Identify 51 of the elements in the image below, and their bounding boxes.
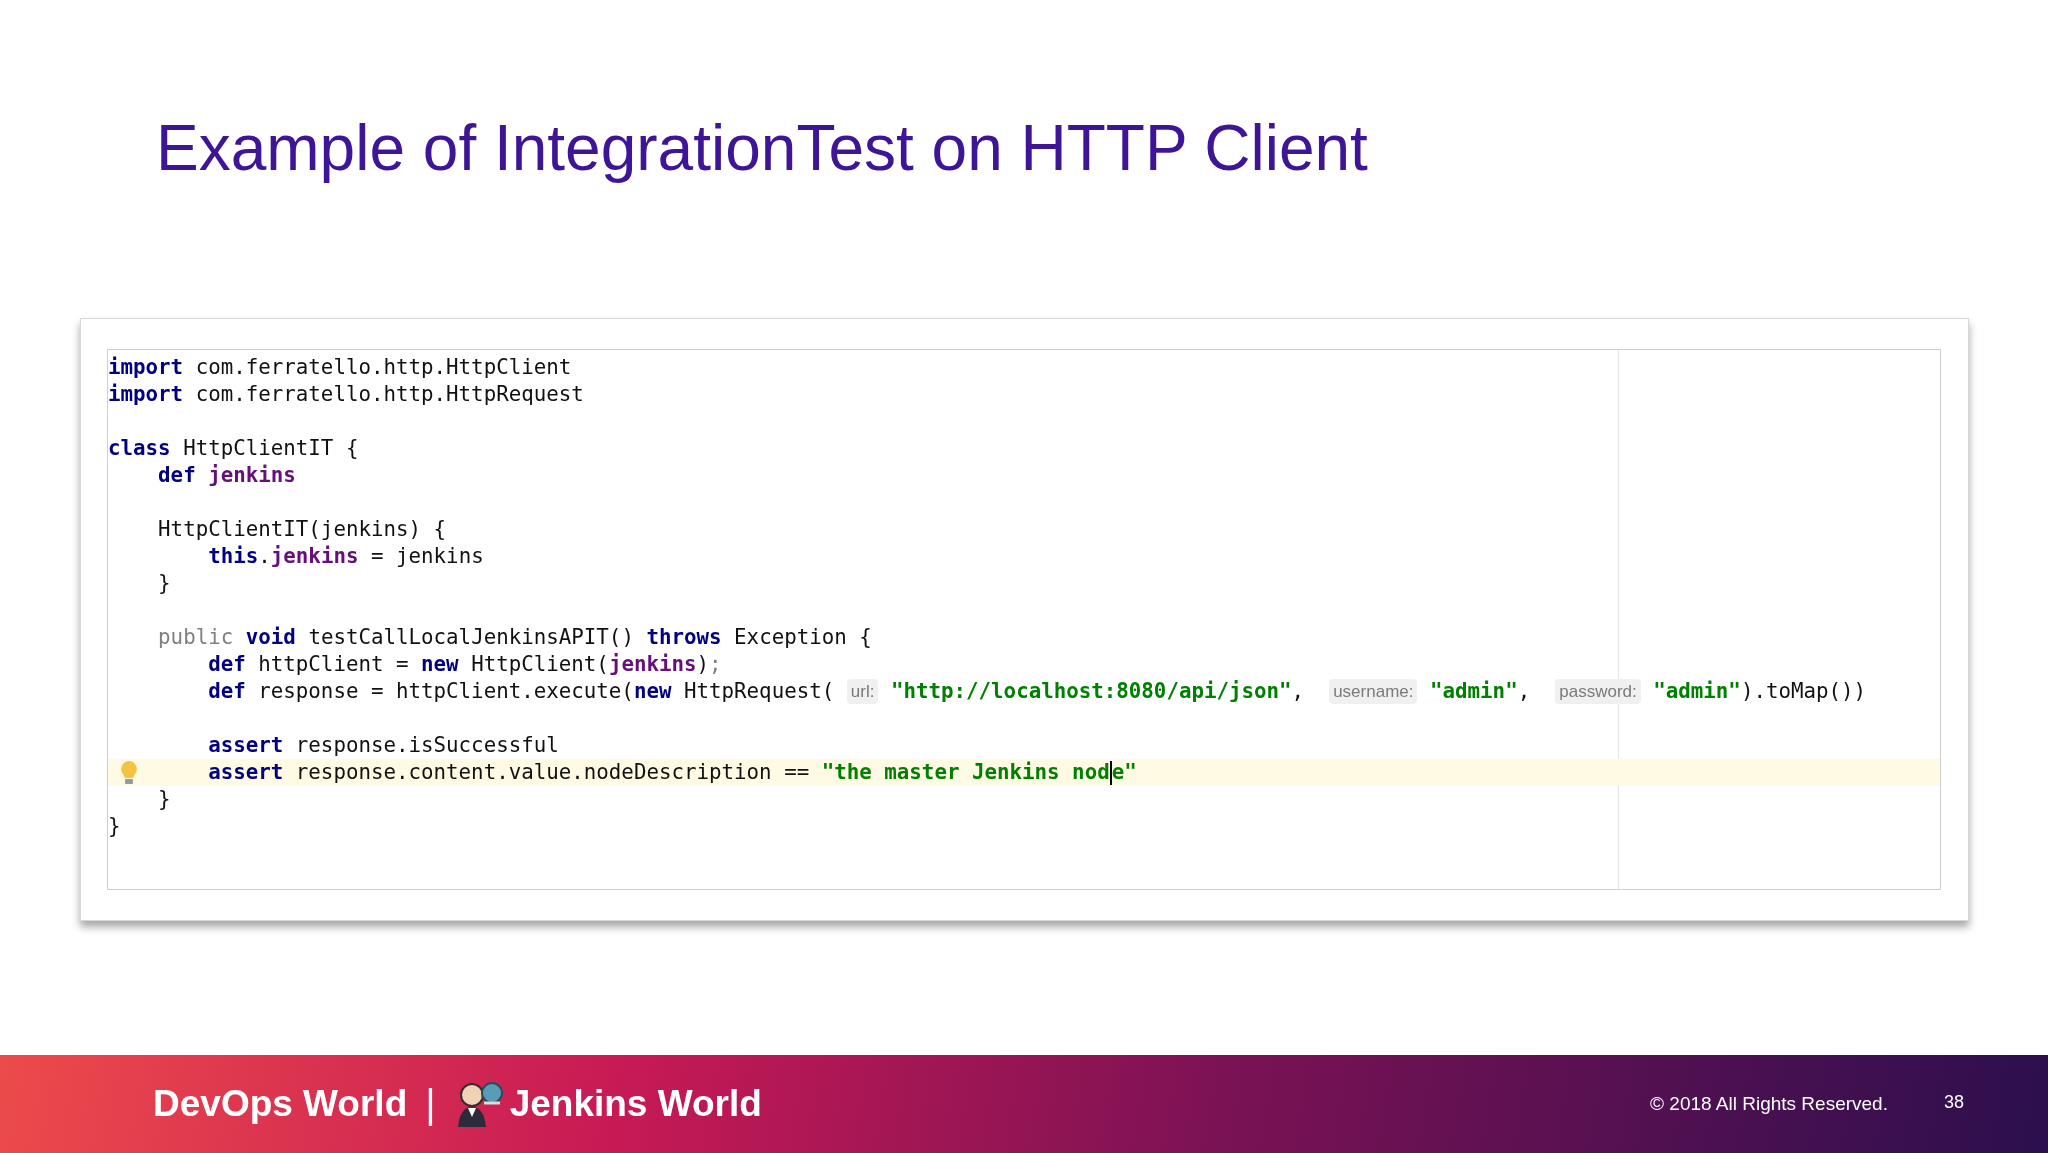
code-keyword: class	[108, 434, 171, 462]
text-cursor	[1109, 760, 1112, 785]
code-keyword: def	[158, 461, 197, 489]
code-keyword: this	[208, 542, 259, 570]
slide-title: Example of IntegrationTest on HTTP Client	[156, 111, 1368, 186]
code-text: Exception {	[734, 623, 872, 651]
code-text: com.ferratello.http.HttpRequest	[195, 380, 584, 408]
code-text: HttpClient(	[471, 650, 609, 678]
code-keyword: assert	[208, 731, 284, 759]
parameter-hint: password:	[1555, 678, 1641, 705]
code-text: )	[696, 650, 710, 678]
string-literal: e"	[1111, 758, 1137, 786]
brand-name: Jenkins World	[509, 1082, 762, 1127]
code-text: .	[258, 542, 271, 570]
copyright-text: © 2018 All Rights Reserved.	[1650, 1091, 1888, 1116]
code-text: public	[158, 623, 235, 651]
lightbulb-icon[interactable]	[120, 759, 138, 786]
code-keyword: def	[208, 677, 246, 705]
string-literal: "http://localhost:8080/api/json"	[890, 677, 1292, 705]
code-text: ,	[1517, 677, 1532, 705]
code-text: ,	[1291, 677, 1306, 705]
code-keyword: import	[108, 380, 184, 408]
string-literal: "admin"	[1430, 677, 1518, 705]
string-literal: "admin"	[1653, 677, 1741, 705]
code-keyword: new	[421, 650, 459, 678]
code-text: HttpClientIT(jenkins) {	[158, 515, 447, 543]
code-text: }	[158, 785, 171, 813]
code-keyword: void	[245, 623, 296, 651]
code-text: testCallLocalJenkinsAPIT()	[308, 623, 635, 651]
code-keyword: assert	[208, 758, 284, 786]
code-text: ).toMap())	[1740, 677, 1867, 705]
code-field: jenkins	[208, 459, 296, 492]
code-text: }	[158, 569, 171, 597]
code-text: = jenkins	[371, 542, 484, 570]
code-keyword: throws	[646, 623, 722, 651]
code-text: }	[108, 812, 121, 840]
code-text: response.content.value.nodeDescription ==	[295, 758, 811, 786]
parameter-hint: username:	[1329, 678, 1418, 705]
brand-separator: |	[425, 1084, 436, 1124]
code-keyword: def	[208, 650, 246, 678]
code-keyword: import	[108, 353, 184, 381]
code-text: HttpClientIT {	[183, 434, 359, 462]
parameter-hint: url:	[846, 678, 879, 705]
code-field: jenkins	[270, 540, 359, 573]
brand-name: DevOps World	[153, 1082, 408, 1127]
string-literal: "the master Jenkins nod	[821, 758, 1110, 786]
code-text: ;	[709, 650, 722, 678]
page-number: 38	[1943, 1090, 1964, 1114]
code-text: com.ferratello.http.HttpClient	[195, 353, 572, 381]
code-text: response.isSuccessful	[295, 731, 559, 759]
code-text: httpClient =	[258, 650, 410, 678]
